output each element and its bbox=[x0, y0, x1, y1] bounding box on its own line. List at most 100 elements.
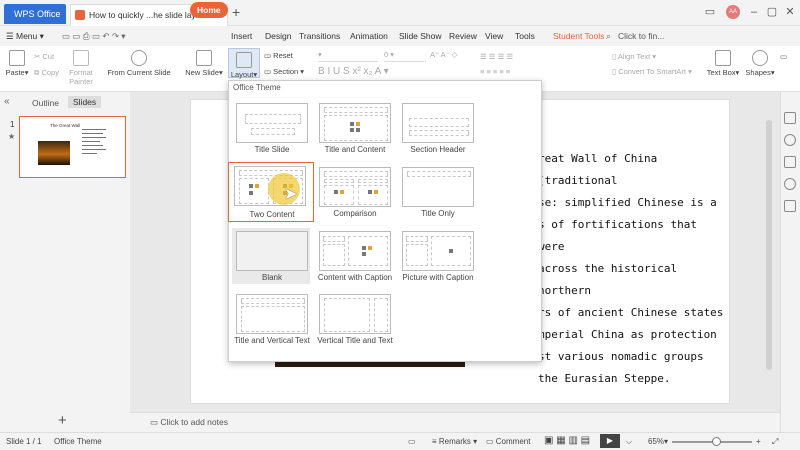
text-format-icons[interactable]: B I U S x² x₂ A ▾ bbox=[318, 66, 389, 77]
vertical-scrollbar[interactable] bbox=[766, 120, 772, 370]
slide-text-line: se: simplified Chinese is a bbox=[538, 196, 717, 209]
layout-title-and-content[interactable]: Title and Content bbox=[315, 100, 393, 156]
font-size-select[interactable]: 0 ▾ bbox=[384, 50, 426, 62]
slide-text-line: st various nomadic groups bbox=[538, 350, 704, 363]
notes-placeholder: Click to add notes bbox=[160, 417, 228, 427]
history-icon[interactable] bbox=[784, 178, 796, 190]
thumbnail-text-lines: ▬▬▬▬▬▬▬▬ ▬▬▬▬▬▬▬ ▬▬▬▬▬▬▬▬ ▬▬▬▬▬▬ ▬▬▬▬▬▬▬ ▬▬▬▬… bbox=[82, 127, 106, 155]
tab-transitions[interactable]: Transitions bbox=[299, 26, 340, 46]
from-current-slide-button[interactable]: From Current Slide bbox=[104, 50, 174, 77]
menu-button[interactable]: ☰ Menu ▾ bbox=[6, 26, 44, 46]
thumbnail-image bbox=[38, 141, 70, 165]
tab-tools[interactable]: Tools bbox=[515, 26, 535, 46]
paragraph-icons[interactable]: ☰ ☰ ☰ ☰ bbox=[480, 52, 513, 61]
view-mode-icons[interactable]: ▣ ▦ ▥ ▤ bbox=[544, 435, 590, 446]
zoom-level[interactable]: 65% bbox=[648, 437, 664, 446]
add-slide-button[interactable]: + bbox=[58, 412, 67, 429]
layout-preview bbox=[319, 103, 391, 143]
new-slide-icon bbox=[196, 50, 212, 66]
quick-access-icons[interactable]: ▭ ▭ ⎙ ▭ ↶ ↷ ▾ bbox=[62, 26, 126, 46]
align-text-label: Align Text bbox=[617, 52, 651, 61]
play-icon[interactable]: ▶ bbox=[600, 434, 620, 448]
share-icon[interactable] bbox=[784, 200, 796, 212]
zoom-slider-handle[interactable] bbox=[712, 437, 721, 446]
text-box-button[interactable]: Text Box▾ bbox=[704, 50, 742, 77]
layout-content-with-caption[interactable]: Content with Caption bbox=[315, 228, 393, 284]
notes-input[interactable]: ▭ Click to add notes bbox=[150, 417, 228, 428]
font-grow-icons[interactable]: A⁺ A⁻ ◇ bbox=[430, 50, 457, 59]
layout-title-only[interactable]: Title Only bbox=[398, 164, 476, 220]
layout-icon bbox=[236, 52, 252, 68]
avatar[interactable]: AA bbox=[726, 5, 740, 19]
slide-thumbnail[interactable]: The Great Wall ▬▬▬▬▬▬▬▬ ▬▬▬▬▬▬▬ ▬▬▬▬▬▬▬▬ ▬▬… bbox=[19, 116, 126, 178]
text-box-label: Text Box bbox=[706, 68, 736, 77]
tab-design[interactable]: Design bbox=[265, 26, 291, 46]
slide-count: Slide 1 / 1 bbox=[6, 437, 42, 446]
zoom-in-icon[interactable]: + bbox=[756, 437, 761, 446]
tab-animation[interactable]: Animation bbox=[350, 26, 388, 46]
font-name-select[interactable]: ▾ bbox=[318, 50, 378, 62]
tab-slides[interactable]: Slides bbox=[68, 96, 102, 108]
section-label: Section bbox=[273, 67, 299, 76]
cut-button[interactable]: ✂ Cut bbox=[34, 52, 54, 61]
tab-insert[interactable]: Insert bbox=[231, 26, 252, 46]
search-input[interactable]: Click to fin... bbox=[618, 29, 688, 43]
tab-outline[interactable]: Outline bbox=[32, 98, 59, 108]
slide-text-line: across the historical northern bbox=[538, 262, 678, 297]
new-slide-button[interactable]: New Slide▾ bbox=[182, 50, 226, 77]
fit-screen-icon[interactable]: ⤢ bbox=[772, 437, 778, 447]
close-window-icon[interactable]: ✕ bbox=[780, 3, 800, 21]
copy-label: Copy bbox=[41, 68, 59, 77]
layout-section-header[interactable]: Section Header bbox=[398, 100, 476, 156]
paste-button[interactable]: Paste▾ bbox=[4, 50, 30, 77]
layout-title-and-vertical-text[interactable]: Title and Vertical Text bbox=[232, 291, 310, 347]
layout-title-slide[interactable]: Title Slide bbox=[232, 100, 310, 156]
layout-comparison[interactable]: Comparison bbox=[315, 164, 393, 220]
minimize-icon[interactable]: – bbox=[744, 3, 764, 21]
layout-preview bbox=[319, 231, 391, 271]
reset-button[interactable]: ▭ Reset bbox=[264, 51, 293, 60]
align-icons[interactable]: ≡ ≡ ≡ ≡ ≡ bbox=[480, 67, 510, 76]
layout-label: Comparison bbox=[333, 209, 377, 218]
layout-blank[interactable]: Blank bbox=[232, 228, 310, 284]
convert-smartart-button[interactable]: ▯ Convert To SmartArt ▾ bbox=[612, 67, 692, 76]
copy-button[interactable]: ⧉ Copy bbox=[34, 68, 59, 78]
tab-slide-show[interactable]: Slide Show bbox=[399, 26, 442, 46]
property-icon[interactable] bbox=[784, 112, 796, 124]
comment-button[interactable]: ▭ Comment bbox=[486, 437, 530, 446]
section-button[interactable]: ▭ Section ▾ bbox=[264, 67, 304, 76]
tab-student-tools[interactable]: Student Tools bbox=[553, 26, 604, 46]
tab-review[interactable]: Review bbox=[449, 26, 477, 46]
slide-text-line: reat Wall of China (traditional bbox=[538, 152, 658, 187]
remarks-button[interactable]: ≡ Remarks ▾ bbox=[432, 437, 477, 446]
align-text-button[interactable]: ▯ Align Text ▾ bbox=[612, 52, 656, 61]
layout-picture-with-caption[interactable]: Picture with Caption bbox=[398, 228, 476, 284]
tab-home[interactable]: Home bbox=[190, 2, 228, 18]
shapes-button[interactable]: Shapes▾ bbox=[744, 50, 776, 77]
layout-label: Content with Caption bbox=[317, 273, 393, 282]
window-layout-icon[interactable]: ▭ bbox=[700, 3, 720, 21]
layout-vertical-title-and-text[interactable]: Vertical Title and Text bbox=[315, 291, 393, 347]
ribbon-more-icon[interactable]: ▭ bbox=[780, 52, 787, 61]
layout-preview bbox=[402, 231, 474, 271]
slide-text-line: s of fortifications that were bbox=[538, 218, 697, 253]
paste-label: Paste bbox=[5, 68, 25, 77]
settings-icon[interactable] bbox=[784, 156, 796, 168]
wps-office-tab[interactable]: WPS Office bbox=[4, 4, 66, 24]
cut-label: Cut bbox=[42, 52, 55, 61]
layout-label: Title Only bbox=[421, 209, 455, 218]
collapse-panel-icon[interactable]: « bbox=[4, 96, 10, 107]
layout-button[interactable]: Layout▾ bbox=[228, 48, 260, 79]
notes-toggle-icon[interactable]: ▭ bbox=[408, 437, 416, 446]
zoom-menu-icon[interactable]: ⌵ bbox=[626, 437, 632, 447]
animation-icon[interactable] bbox=[784, 134, 796, 146]
slide-text-line: mperial China as protection bbox=[538, 328, 717, 341]
shapes-icon bbox=[752, 50, 768, 66]
zoom-out-icon[interactable]: ▾ bbox=[664, 437, 668, 446]
format-painter-button[interactable]: Format Painter bbox=[64, 50, 98, 86]
slide-body-text[interactable]: reat Wall of China (traditional se: simp… bbox=[538, 148, 728, 390]
search-icon[interactable]: ⌕ bbox=[606, 26, 611, 46]
tab-view[interactable]: View bbox=[485, 26, 503, 46]
maximize-icon[interactable]: ▢ bbox=[762, 3, 782, 21]
new-tab-button[interactable]: + bbox=[232, 4, 240, 20]
